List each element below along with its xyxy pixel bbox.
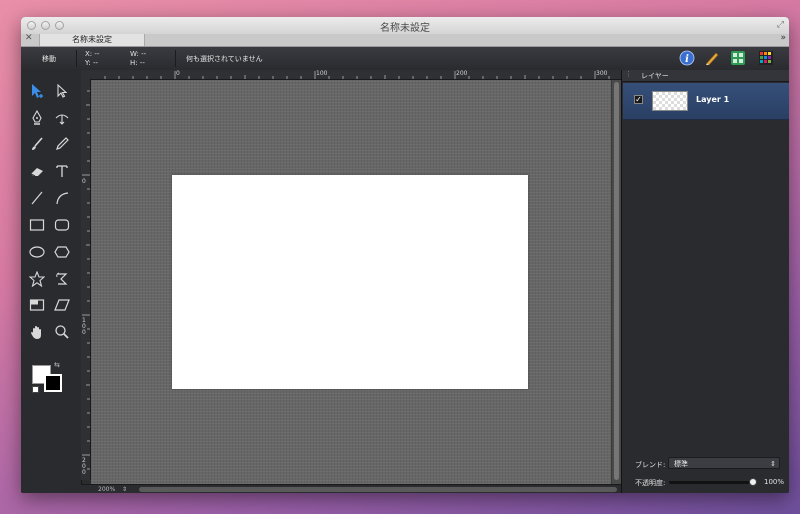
ruler-label: 0	[82, 178, 86, 185]
y-label: Y:	[85, 59, 91, 67]
zoom-icon[interactable]	[51, 321, 73, 343]
tool-mode-label: 移動	[42, 55, 56, 63]
hand-icon[interactable]	[26, 321, 48, 343]
layers-panel-title: レイヤー	[641, 72, 669, 80]
split-rect-icon[interactable]	[26, 294, 48, 316]
fullscreen-icon[interactable]: ⤢	[777, 20, 784, 30]
rounded-rectangle-icon[interactable]	[51, 214, 73, 236]
toolbar: 移動 X: -- Y: -- W: -- H: -- 何も選択されていません i	[21, 47, 789, 71]
default-colors-icon[interactable]	[32, 386, 39, 393]
h-value: --	[139, 59, 145, 67]
parallelogram-icon[interactable]	[51, 294, 73, 316]
title-bar: 名称未設定 ⤢	[21, 17, 789, 35]
ruler-label: 300	[596, 70, 608, 77]
artboard[interactable]	[172, 175, 528, 389]
layer-thumbnail	[652, 91, 688, 111]
layer-visibility-checkbox[interactable]: ✓	[634, 95, 643, 104]
selection-arrow-plus-icon[interactable]	[26, 80, 48, 102]
ruler-label: 100	[82, 317, 86, 336]
brush-icon[interactable]	[26, 133, 48, 155]
zoom-select[interactable]: 200% ⇕	[98, 485, 133, 493]
pen-icon[interactable]	[26, 107, 48, 129]
layers-panel-header: ⋮ レイヤー	[622, 70, 789, 82]
status-bar: 200% ⇕	[81, 484, 621, 493]
toolbar-divider	[76, 50, 77, 67]
opacity-label: 不透明度:	[635, 479, 666, 487]
vertical-scroll-thumb[interactable]	[614, 82, 619, 480]
canvas-workspace[interactable]	[91, 80, 611, 484]
line-icon[interactable]	[26, 187, 48, 209]
zoom-stepper-icon: ⇕	[121, 486, 127, 493]
ruler-label: 200	[456, 70, 468, 77]
tab-bar: ✕ 名称未設定 »	[21, 33, 789, 47]
app-window: 名称未設定 ⤢ ✕ 名称未設定 » 移動 X: -- Y: -- W: -- H…	[21, 17, 789, 493]
horizontal-scrollbar[interactable]	[139, 487, 617, 492]
ruler-label: 200	[82, 457, 86, 476]
window-title: 名称未設定	[380, 23, 430, 34]
width-readout: W: --	[130, 50, 146, 58]
tab-document[interactable]: 名称未設定	[39, 34, 145, 46]
zoom-value: 200%	[98, 486, 116, 493]
tool-palette: ⇆	[21, 70, 82, 493]
tab-close-icon[interactable]: ✕	[25, 33, 33, 43]
x-value: --	[94, 50, 100, 58]
anchor-convert-icon[interactable]	[51, 107, 73, 129]
layer-name: Layer 1	[696, 95, 730, 104]
direct-select-arrow-icon[interactable]	[51, 80, 73, 102]
selection-status: 何も選択されていません	[186, 55, 263, 63]
color-palette-icon[interactable]	[758, 50, 774, 66]
x-label: X:	[85, 50, 93, 58]
horizontal-ruler: 0 100 200 300	[81, 70, 621, 80]
y-coordinate: Y: --	[85, 59, 98, 67]
h-label: H:	[130, 59, 138, 67]
hexagon-icon[interactable]	[51, 241, 73, 263]
rectangle-icon[interactable]	[26, 214, 48, 236]
ruler-label: 0	[176, 70, 180, 77]
stroke-color-swatch[interactable]	[44, 374, 62, 392]
toolbar-divider	[175, 50, 176, 67]
ellipse-icon[interactable]	[26, 241, 48, 263]
text-icon[interactable]	[51, 160, 73, 182]
blend-mode-value: 標準	[674, 460, 688, 468]
y-value: --	[92, 59, 99, 67]
ruler-ticks	[82, 90, 90, 470]
swap-colors-icon[interactable]: ⇆	[54, 361, 60, 369]
opacity-slider-knob[interactable]	[749, 478, 757, 486]
grid-icon[interactable]	[730, 50, 746, 66]
layer-row[interactable]: ✓ Layer 1	[623, 83, 789, 120]
opacity-slider[interactable]	[669, 478, 757, 486]
height-readout: H: --	[130, 59, 145, 67]
w-label: W:	[130, 50, 139, 58]
panel-resize-icon[interactable]: ⋮	[625, 70, 632, 78]
svg-text:i: i	[685, 54, 689, 65]
ruler-ticks	[104, 71, 610, 79]
arc-icon[interactable]	[51, 187, 73, 209]
blend-mode-select[interactable]: 標準 ⇕	[668, 457, 780, 469]
star-icon[interactable]	[26, 268, 48, 290]
x-coordinate: X: --	[85, 50, 99, 58]
rotate-shape-icon[interactable]	[51, 268, 73, 290]
eraser-icon[interactable]	[26, 160, 48, 182]
layers-panel: ⋮ レイヤー ✓ Layer 1 ブレンド: 標準 ⇕ 不透明度: 100% +…	[621, 70, 789, 493]
w-value: --	[141, 50, 147, 58]
select-arrows-icon: ⇕	[770, 460, 776, 468]
ruler-label: 100	[316, 70, 328, 77]
pencil-icon[interactable]	[51, 133, 73, 155]
opacity-value: 100%	[764, 478, 785, 486]
blend-label: ブレンド:	[635, 461, 666, 469]
pencil-ruler-icon[interactable]	[704, 50, 720, 66]
tab-overflow-icon[interactable]: »	[780, 33, 786, 43]
info-icon[interactable]: i	[679, 50, 695, 66]
vertical-ruler: 0 100 200	[81, 79, 91, 480]
